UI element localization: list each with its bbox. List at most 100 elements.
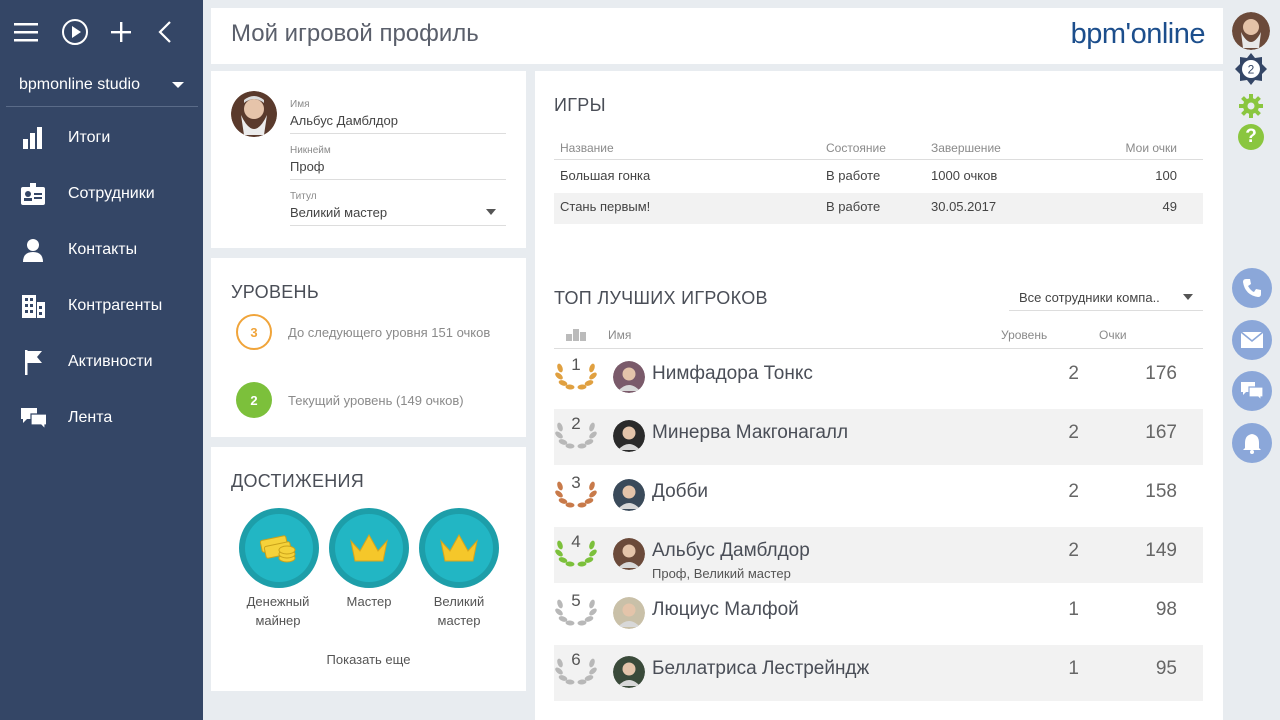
crown-icon bbox=[440, 533, 478, 562]
player-name[interactable]: Нимфадора Тонкс bbox=[652, 363, 813, 385]
profile-card: Имя Альбус Дамблдор Никнейм Проф Титул В… bbox=[211, 71, 526, 248]
achievement-label: Мастер bbox=[324, 592, 414, 611]
player-points: 95 bbox=[1155, 658, 1177, 679]
rank-number: 6 bbox=[571, 650, 581, 669]
sidebar-item-label: Итоги bbox=[68, 129, 111, 146]
game-points: 100 bbox=[1155, 168, 1177, 183]
game-end: 30.05.2017 bbox=[931, 199, 997, 214]
player-name[interactable]: Альбус Дамблдор bbox=[652, 540, 810, 562]
podium-icon bbox=[566, 328, 586, 344]
sidebar-menu: Итоги Сотрудники Контакты Контрагенты Ак… bbox=[0, 110, 203, 446]
rank-wreath: 6 bbox=[554, 649, 600, 689]
bpmonline-logo: bpm'online bbox=[1070, 18, 1206, 50]
player-level: 2 bbox=[1068, 422, 1079, 443]
top-table-header: Имя Уровень Очки bbox=[554, 323, 1203, 349]
sidebar-item-label: Сотрудники bbox=[68, 185, 155, 202]
table-row[interactable]: 3 Добби 2 158 bbox=[554, 468, 1203, 524]
sidebar-item-label: Активности bbox=[68, 353, 153, 370]
table-row[interactable]: Стань первым! В работе 30.05.2017 49 bbox=[554, 193, 1203, 224]
gear-icon[interactable] bbox=[1238, 93, 1264, 124]
help-icon[interactable]: ? bbox=[1238, 124, 1264, 150]
top-players-title: ТОП ЛУЧШИХ ИГРОКОВ bbox=[554, 288, 768, 308]
name-field[interactable]: Имя Альбус Дамблдор bbox=[290, 99, 506, 134]
workplace-selector[interactable]: bpmonline studio bbox=[6, 63, 198, 107]
filter-value: Все сотрудники компа.. bbox=[1019, 290, 1160, 305]
table-row[interactable]: 6 Беллатриса Лестрейндж 1 95 bbox=[554, 645, 1203, 701]
col-level[interactable]: Уровень bbox=[1001, 328, 1047, 342]
table-row[interactable]: Большая гонка В работе 1000 очков 100 bbox=[554, 162, 1203, 193]
sidebar-item-feed[interactable]: Лента bbox=[0, 390, 203, 446]
player-name[interactable]: Беллатриса Лестрейндж bbox=[652, 658, 869, 680]
game-end: 1000 очков bbox=[931, 168, 998, 183]
email-button[interactable] bbox=[1232, 320, 1272, 360]
show-more-link[interactable]: Показать еще bbox=[211, 652, 526, 667]
next-level-text: До следующего уровня 151 очков bbox=[288, 325, 491, 340]
title-value: Великий мастер bbox=[290, 205, 388, 220]
achievement-money-miner[interactable] bbox=[239, 508, 319, 588]
chevron-down-icon bbox=[1183, 294, 1193, 300]
col-score[interactable]: Очки bbox=[1099, 328, 1127, 342]
table-row[interactable]: 4 Альбус Дамблдор Проф, Великий мастер 2 149 bbox=[554, 527, 1203, 583]
notifications-button[interactable] bbox=[1232, 423, 1272, 463]
achievement-grand-master[interactable] bbox=[419, 508, 499, 588]
player-avatar bbox=[613, 597, 645, 629]
achievement-master[interactable] bbox=[329, 508, 409, 588]
sidebar-item-activities[interactable]: Активности bbox=[0, 334, 203, 390]
current-level-text: Текущий уровень (149 очков) bbox=[288, 393, 464, 408]
table-row[interactable]: 5 Люциус Малфой 1 98 bbox=[554, 586, 1203, 642]
collapse-icon[interactable] bbox=[156, 12, 203, 52]
level-card: УРОВЕНЬ 3 До следующего уровня 151 очков… bbox=[211, 258, 526, 437]
table-row[interactable]: 1 Нимфадора Тонкс 2 176 bbox=[554, 350, 1203, 406]
col-player-name[interactable]: Имя bbox=[608, 328, 631, 342]
achievement-label: Великий мастер bbox=[414, 592, 504, 630]
game-points: 49 bbox=[1162, 199, 1177, 214]
rank-wreath: 2 bbox=[554, 413, 600, 453]
rank-number: 2 bbox=[571, 414, 581, 433]
menu-icon[interactable] bbox=[14, 12, 61, 52]
players-filter-select[interactable]: Все сотрудники компа.. bbox=[1009, 283, 1203, 311]
name-value: Альбус Дамблдор bbox=[290, 113, 398, 128]
table-row[interactable]: 2 Минерва Макгонагалл 2 167 bbox=[554, 409, 1203, 465]
col-points[interactable]: Мои очки bbox=[1126, 141, 1177, 155]
col-name[interactable]: Название bbox=[560, 141, 614, 155]
player-points: 98 bbox=[1155, 599, 1177, 620]
nickname-value: Проф bbox=[290, 159, 325, 174]
rank-wreath: 4 bbox=[554, 531, 600, 571]
chevron-down-icon[interactable] bbox=[486, 209, 496, 215]
col-end[interactable]: Завершение bbox=[931, 141, 1001, 155]
notification-badge[interactable]: 2 bbox=[1234, 52, 1268, 86]
player-name[interactable]: Минерва Макгонагалл bbox=[652, 422, 848, 444]
game-state: В работе bbox=[826, 168, 881, 183]
sidebar-item-label: Контакты bbox=[68, 241, 138, 258]
sidebar-item-dashboards[interactable]: Итоги bbox=[0, 110, 203, 166]
play-icon[interactable] bbox=[61, 12, 108, 52]
sidebar-item-employees[interactable]: Сотрудники bbox=[0, 166, 203, 222]
col-state[interactable]: Состояние bbox=[826, 141, 886, 155]
achievement-label-line: мастер bbox=[437, 613, 481, 628]
crown-icon bbox=[350, 533, 388, 562]
player-avatar bbox=[613, 479, 645, 511]
title-field[interactable]: Титул Великий мастер bbox=[290, 191, 506, 226]
chat-button[interactable] bbox=[1232, 371, 1272, 411]
phone-icon bbox=[1243, 279, 1261, 297]
plus-icon[interactable] bbox=[109, 12, 156, 52]
phone-button[interactable] bbox=[1232, 268, 1272, 308]
rank-wreath: 5 bbox=[554, 590, 600, 630]
sidebar-item-label: Лента bbox=[68, 409, 113, 426]
bell-icon bbox=[1243, 434, 1261, 454]
sidebar-item-contacts[interactable]: Контакты bbox=[0, 222, 203, 278]
envelope-icon bbox=[1240, 331, 1264, 348]
page-title: Мой игровой профиль bbox=[231, 20, 479, 47]
player-name[interactable]: Люциус Малфой bbox=[652, 599, 799, 621]
player-avatar bbox=[613, 538, 645, 570]
id-card-icon bbox=[20, 181, 46, 207]
achievement-label-line: Великий bbox=[433, 594, 485, 609]
sidebar-item-accounts[interactable]: Контрагенты bbox=[0, 278, 203, 334]
player-points: 158 bbox=[1145, 481, 1177, 502]
name-label: Имя bbox=[290, 99, 310, 110]
nickname-field[interactable]: Никнейм Проф bbox=[290, 145, 506, 180]
game-state: В работе bbox=[826, 199, 881, 214]
player-name[interactable]: Добби bbox=[652, 481, 708, 503]
user-avatar[interactable] bbox=[1232, 12, 1270, 50]
games-panel: ИГРЫ Название Состояние Завершение Мои о… bbox=[535, 71, 1223, 720]
